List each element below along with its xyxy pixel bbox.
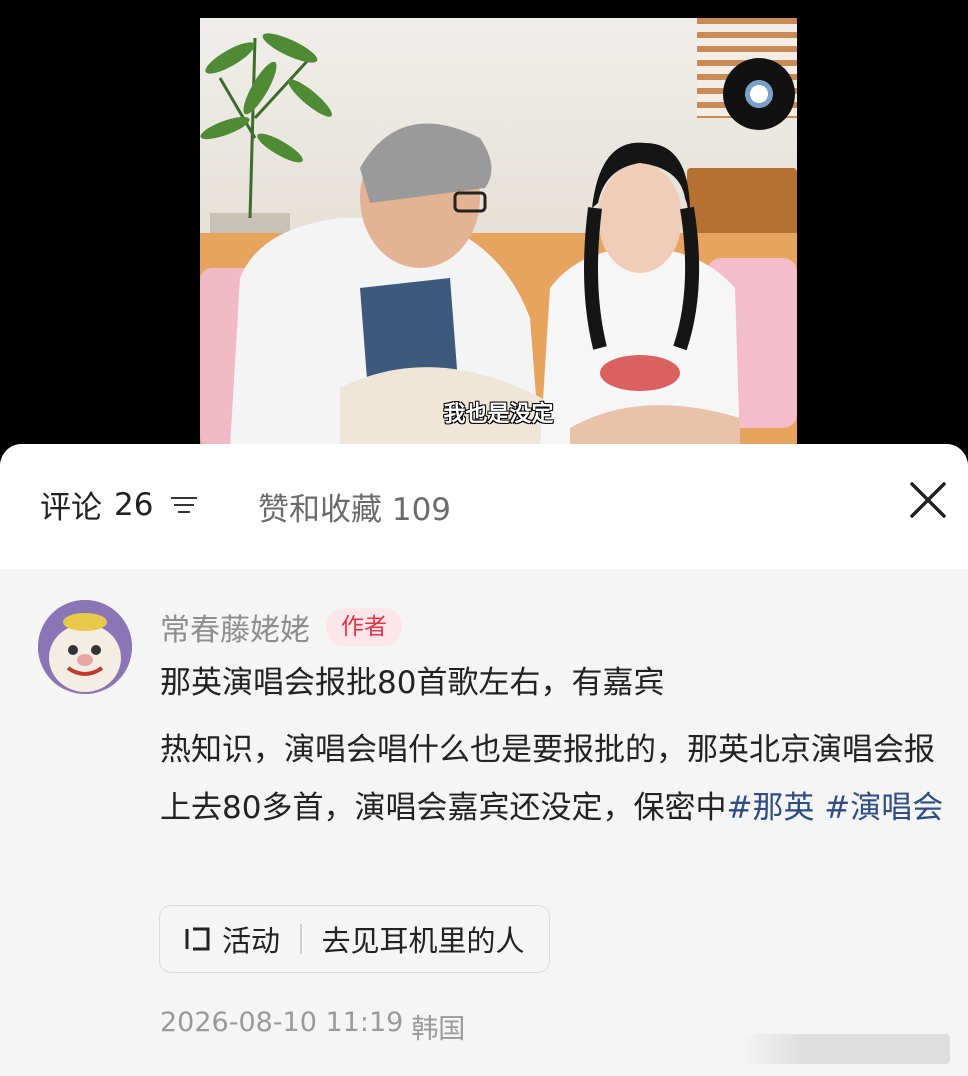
activity-title: 去见耳机里的人 xyxy=(321,924,525,958)
sort-lines-icon[interactable] xyxy=(169,493,199,517)
comment-location: 韩国 xyxy=(411,1014,466,1045)
video-subtitle: 我也是没定 xyxy=(443,402,554,427)
author-badge: 作者 xyxy=(326,608,402,646)
chip-divider xyxy=(300,924,302,954)
comment-title: 那英演唱会报批80首歌左右，有嘉宾 xyxy=(160,665,665,701)
man-figure xyxy=(230,123,550,445)
tab-comments-label: 评论 xyxy=(40,490,102,526)
tab-comments-count: 26 xyxy=(114,486,154,523)
hashtag-naying[interactable]: #那英 xyxy=(726,790,814,826)
tab-likes-label: 赞和收藏 xyxy=(258,492,382,528)
video-player[interactable]: 我也是没定 xyxy=(0,0,968,450)
tab-likes-favorites[interactable]: 赞和收藏 109 xyxy=(258,484,451,529)
close-icon[interactable] xyxy=(908,480,948,520)
watermark xyxy=(740,1034,950,1064)
comment-body: 热知识，演唱会唱什么也是要报批的，那英北京演唱会报上去80多首，演唱会嘉宾还没定… xyxy=(160,721,950,837)
comment-body-text: 热知识，演唱会唱什么也是要报批的，那英北京演唱会报上去80多首，演唱会嘉宾还没定… xyxy=(160,732,935,826)
comment-item: 常春藤姥姥 作者 那英演唱会报批80首歌左右，有嘉宾 热知识，演唱会唱什么也是要… xyxy=(0,569,968,1076)
author-name[interactable]: 常春藤姥姥 xyxy=(160,605,310,649)
activity-bracket-icon xyxy=(185,927,210,951)
tab-comments[interactable]: 评论 26 xyxy=(40,482,199,527)
activity-label: 活动 xyxy=(222,924,281,958)
comment-meta: 2026-08-10 11:19 韩国 xyxy=(160,1007,465,1046)
sheet-header: 评论 26 赞和收藏 109 xyxy=(0,444,968,569)
author-row: 常春藤姥姥 作者 xyxy=(160,605,402,649)
teapot-avatar-icon xyxy=(38,600,132,694)
tab-likes-count: 109 xyxy=(391,492,452,528)
hashtag-concert[interactable]: #演唱会 xyxy=(824,790,943,826)
record-player-decor xyxy=(723,58,795,130)
avatar[interactable] xyxy=(38,600,132,694)
comment-date: 2026-08-10 11:19 xyxy=(160,1007,404,1038)
activity-chip[interactable]: 活动 去见耳机里的人 xyxy=(159,905,550,973)
comments-sheet: 评论 26 赞和收藏 109 常春藤姥姥 作者 那英演唱会报批80首歌左右，有嘉… xyxy=(0,444,968,1076)
video-frame: 我也是没定 xyxy=(200,18,797,445)
